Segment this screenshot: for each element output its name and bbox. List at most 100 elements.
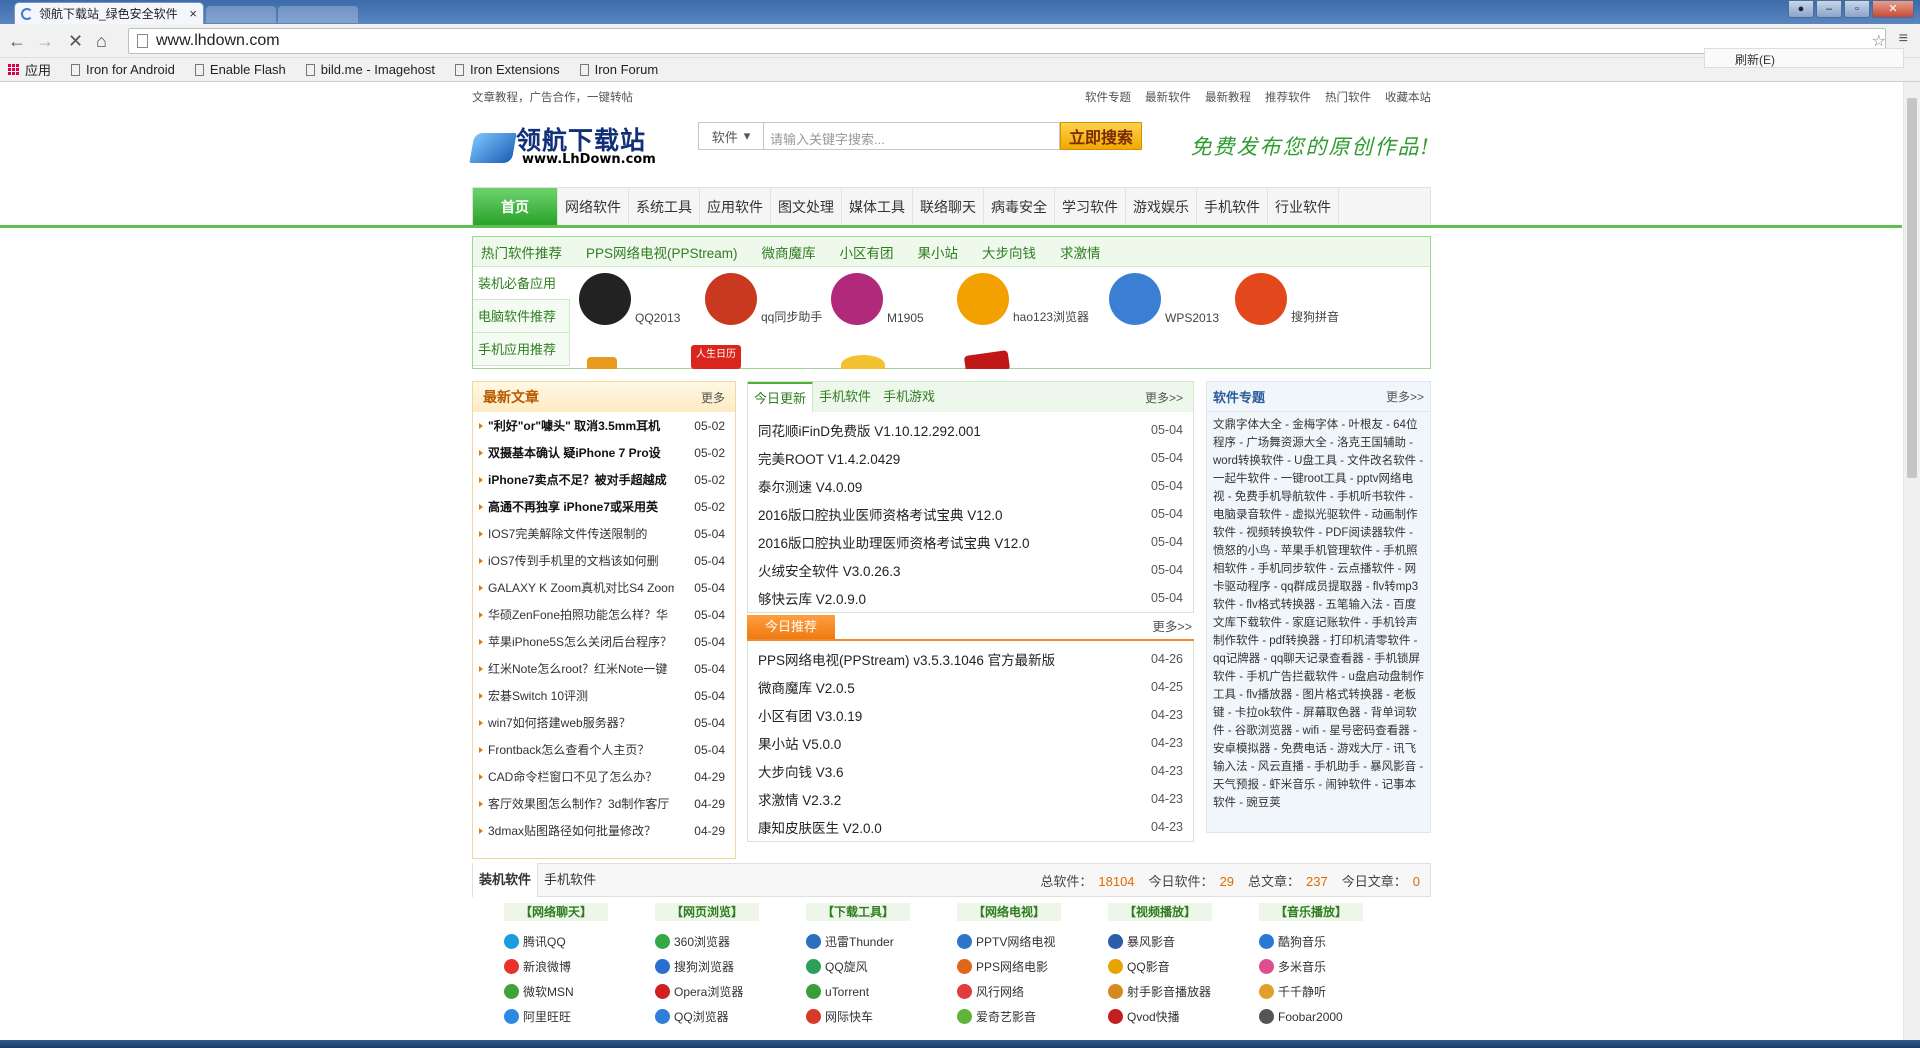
category-item[interactable]: 多米音乐 bbox=[1259, 954, 1410, 979]
category-item[interactable]: 360浏览器 bbox=[655, 929, 806, 954]
more-link[interactable]: 更多>> bbox=[1145, 389, 1193, 406]
category-item[interactable]: 阿里旺旺 bbox=[504, 1004, 655, 1029]
top-link[interactable]: 热门软件 bbox=[1325, 89, 1371, 107]
app-icon-partial[interactable] bbox=[841, 355, 885, 369]
list-item[interactable]: 同花顺iFinD免费版 V1.10.12.292.001 05-04 bbox=[748, 416, 1193, 444]
category-item[interactable]: uTorrent bbox=[806, 979, 957, 1004]
category-item[interactable]: PPS网络电影 bbox=[957, 954, 1108, 979]
list-item[interactable]: 苹果iPhone5S怎么关闭后台程序？ 05-04 bbox=[473, 628, 735, 655]
bookmark-bildme[interactable]: bild.me - Imagehost bbox=[305, 62, 435, 77]
category-item[interactable]: 腾讯QQ bbox=[504, 929, 655, 954]
bookmark-enable-flash[interactable]: Enable Flash bbox=[194, 62, 286, 77]
nav-item[interactable]: 网络软件 bbox=[558, 188, 629, 226]
app-qq-sync[interactable]: qq同步助手 bbox=[705, 273, 822, 325]
tab-install-software[interactable]: 装机软件 bbox=[473, 863, 539, 897]
search-button[interactable]: 立即搜索 bbox=[1060, 122, 1142, 150]
app-icon-partial[interactable] bbox=[963, 350, 1011, 369]
list-item[interactable]: PPS网络电视(PPStream) v3.5.3.1046 官方最新版 04-2… bbox=[748, 645, 1193, 673]
tab-today-updates[interactable]: 今日更新 bbox=[748, 382, 814, 412]
app-hao123[interactable]: hao123浏览器 bbox=[957, 273, 1089, 325]
tab-mobile-software[interactable]: 手机软件 bbox=[538, 863, 602, 897]
list-item[interactable]: IOS7完美解除文件传送限制的 05-04 bbox=[473, 520, 735, 547]
bookmark-iron-extensions[interactable]: Iron Extensions bbox=[454, 62, 560, 77]
browser-tab-active[interactable]: 领航下载站_绿色安全软件 × bbox=[14, 2, 204, 24]
category-item[interactable]: 酷狗音乐 bbox=[1259, 929, 1410, 954]
category-item[interactable]: 迅雷Thunder bbox=[806, 929, 957, 954]
category-item[interactable]: 新浪微博 bbox=[504, 954, 655, 979]
nav-item[interactable]: 手机软件 bbox=[1197, 188, 1268, 226]
tab-mobile-software[interactable]: 手机软件 bbox=[813, 382, 877, 412]
top-link[interactable]: 软件专题 bbox=[1085, 89, 1131, 107]
site-logo[interactable]: 领航下载站 www.LhDown.com bbox=[469, 121, 656, 171]
nav-item[interactable]: 学习软件 bbox=[1055, 188, 1126, 226]
category-item[interactable]: PPTV网络电视 bbox=[957, 929, 1108, 954]
tab-pc-software[interactable]: 电脑软件推荐 bbox=[473, 300, 570, 333]
category-item[interactable]: Foobar2000 bbox=[1259, 1004, 1410, 1029]
app-qq2013[interactable]: QQ2013 bbox=[579, 273, 680, 325]
list-item[interactable]: 2016版口腔执业医师资格考试宝典 V12.0 05-04 bbox=[748, 500, 1193, 528]
list-item[interactable]: GALAXY K Zoom真机对比S4 Zoom 05-04 bbox=[473, 574, 735, 601]
list-item[interactable]: 康知皮肤医生 V2.0.0 04-23 bbox=[748, 813, 1193, 841]
hot-link[interactable]: 求激情 bbox=[1060, 242, 1101, 262]
search-category-select[interactable]: 软件 ▾ bbox=[698, 122, 764, 150]
list-item[interactable]: 客厅效果图怎么制作？3d制作客厅 04-29 bbox=[473, 790, 735, 817]
top-link[interactable]: 最新教程 bbox=[1205, 89, 1251, 107]
list-item[interactable]: 完美ROOT V1.4.2.0429 05-04 bbox=[748, 444, 1193, 472]
more-link[interactable]: 更多>> bbox=[1386, 388, 1424, 405]
list-item[interactable]: iOS7传到手机里的文档该如何删 05-04 bbox=[473, 547, 735, 574]
list-item[interactable]: win7如何搭建web服务器？ 05-04 bbox=[473, 709, 735, 736]
list-item[interactable]: 华硕ZenFone拍照功能怎么样？华 05-04 bbox=[473, 601, 735, 628]
maximize-icon[interactable]: ▫ bbox=[1844, 0, 1870, 18]
back-icon[interactable]: ← bbox=[8, 32, 26, 50]
window-close-icon[interactable]: ✕ bbox=[1872, 0, 1914, 18]
nav-item[interactable]: 病毒安全 bbox=[984, 188, 1055, 226]
list-item[interactable]: 高通不再独享 iPhone7或采用英 05-02 bbox=[473, 493, 735, 520]
address-bar[interactable]: www.lhdown.com bbox=[128, 28, 1886, 54]
nav-item[interactable]: 游戏娱乐 bbox=[1126, 188, 1197, 226]
category-title[interactable]: 【网页浏览】 bbox=[655, 903, 759, 921]
category-item[interactable]: 暴风影音 bbox=[1108, 929, 1259, 954]
scrollbar-thumb[interactable] bbox=[1907, 98, 1917, 478]
home-icon[interactable]: ⌂ bbox=[96, 32, 107, 50]
refresh-menu-item[interactable]: 刷新(E) bbox=[1704, 48, 1904, 68]
list-item[interactable]: Frontback怎么查看个人主页？ 05-04 bbox=[473, 736, 735, 763]
hot-link[interactable]: PPS网络电视(PPStream) bbox=[586, 242, 738, 262]
category-item[interactable]: 搜狗浏览器 bbox=[655, 954, 806, 979]
app-sogou-pinyin[interactable]: 搜狗拼音 bbox=[1235, 273, 1339, 325]
list-item[interactable]: 火绒安全软件 V3.0.26.3 05-04 bbox=[748, 556, 1193, 584]
list-item[interactable]: 果小站 V5.0.0 04-23 bbox=[748, 729, 1193, 757]
list-item[interactable]: 够快云库 V2.0.9.0 05-04 bbox=[748, 584, 1193, 612]
tab-close-icon[interactable]: × bbox=[189, 6, 197, 21]
app-wps[interactable]: WPS2013 bbox=[1109, 273, 1219, 325]
list-item[interactable]: 宏碁Switch 10评测 05-04 bbox=[473, 682, 735, 709]
list-item[interactable]: CAD命令栏窗口不见了怎么办？ 04-29 bbox=[473, 763, 735, 790]
category-item[interactable]: 微软MSN bbox=[504, 979, 655, 1004]
forward-icon[interactable]: → bbox=[36, 32, 54, 50]
list-item[interactable]: iPhone7卖点不足？被对手超越成 05-02 bbox=[473, 466, 735, 493]
page-scrollbar[interactable] bbox=[1903, 82, 1920, 1040]
nav-item[interactable]: 应用软件 bbox=[700, 188, 771, 226]
category-title[interactable]: 【视频播放】 bbox=[1108, 903, 1212, 921]
category-item[interactable]: QQ旋风 bbox=[806, 954, 957, 979]
list-item[interactable]: 大步向钱 V3.6 04-23 bbox=[748, 757, 1193, 785]
category-item[interactable]: 射手影音播放器 bbox=[1108, 979, 1259, 1004]
tab-mobile-games[interactable]: 手机游戏 bbox=[877, 382, 941, 412]
app-icon-partial[interactable] bbox=[587, 357, 617, 369]
bookmark-apps[interactable]: 应用 bbox=[8, 60, 51, 79]
top-link[interactable]: 最新软件 bbox=[1145, 89, 1191, 107]
list-item[interactable]: 微商魔库 V2.0.5 04-25 bbox=[748, 673, 1193, 701]
top-left-text[interactable]: 文章教程，广告合作，一键转帖 bbox=[472, 89, 633, 107]
list-item[interactable]: 2016版口腔执业助理医师资格考试宝典 V12.0 05-04 bbox=[748, 528, 1193, 556]
bookmark-iron-forum[interactable]: Iron Forum bbox=[579, 62, 658, 77]
list-item[interactable]: 3dmax贴图路径如何批量修改？ 04-29 bbox=[473, 817, 735, 844]
list-item[interactable]: 小区有团 V3.0.19 04-23 bbox=[748, 701, 1193, 729]
nav-item[interactable]: 行业软件 bbox=[1268, 188, 1339, 226]
category-item[interactable]: QQ影音 bbox=[1108, 954, 1259, 979]
list-item[interactable]: 泰尔测速 V4.0.09 05-04 bbox=[748, 472, 1193, 500]
list-item[interactable]: "利好"or"噱头" 取消3.5mm耳机 05-02 bbox=[473, 412, 735, 439]
browser-tab[interactable] bbox=[206, 6, 276, 23]
nav-item[interactable]: 图文处理 bbox=[771, 188, 842, 226]
category-item[interactable]: Qvod快播 bbox=[1108, 1004, 1259, 1029]
nav-item[interactable]: 媒体工具 bbox=[842, 188, 913, 226]
topics-text[interactable]: 文鼎字体大全 - 金梅字体 - 叶根友 - 64位程序 - 广场舞资源大全 - … bbox=[1207, 416, 1430, 812]
